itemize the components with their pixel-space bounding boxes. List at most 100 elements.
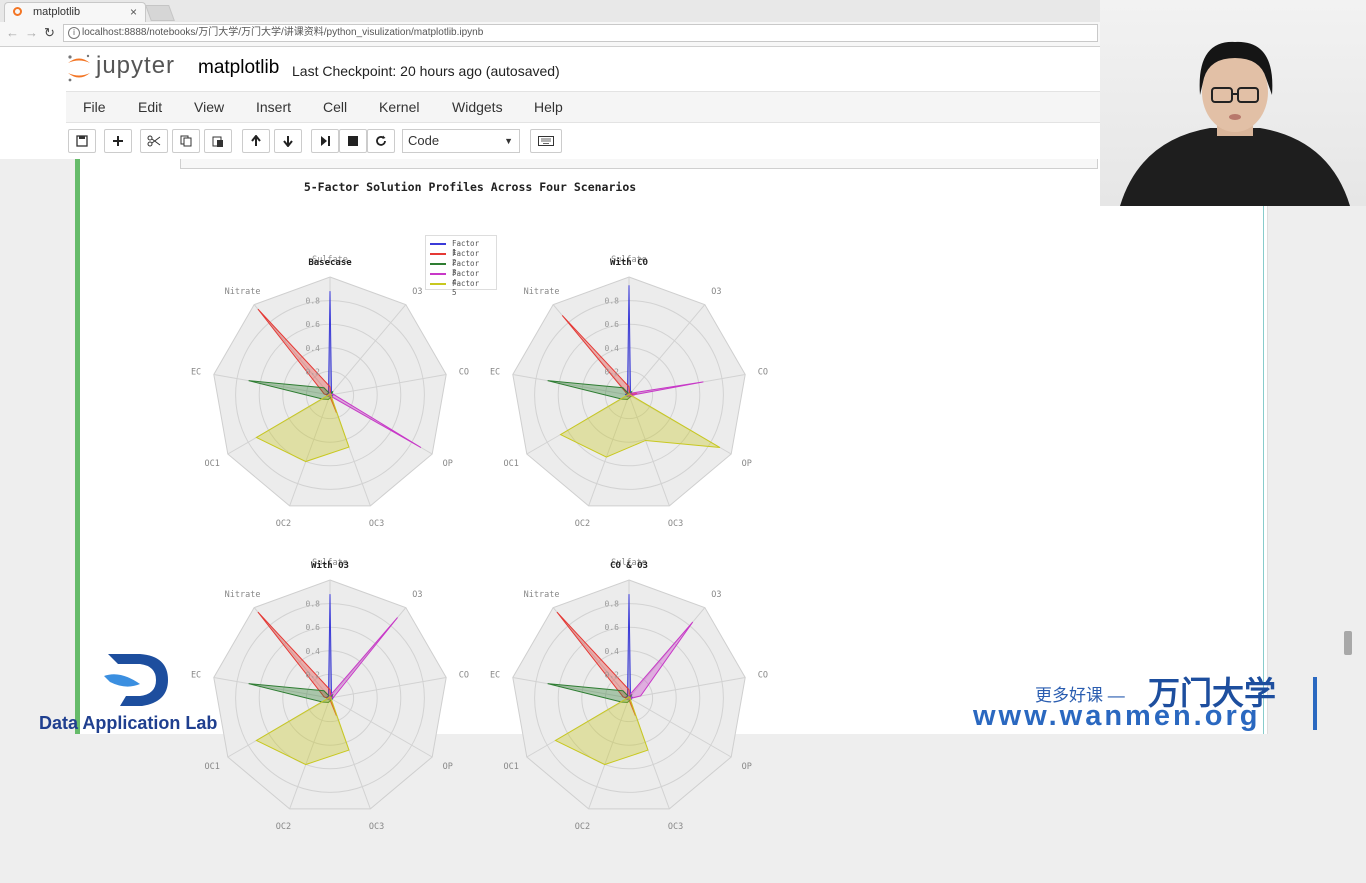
radar-spoke-label: OC2 — [575, 822, 590, 832]
menu-insert[interactable]: Insert — [256, 99, 291, 115]
move-up-button[interactable] — [242, 129, 270, 153]
address-bar-row: ← → ↻ i localhost:8888/notebooks/万门大学/万门… — [0, 22, 1100, 47]
command-palette-button[interactable] — [530, 129, 562, 153]
jupyter-logo-icon[interactable] — [66, 53, 92, 83]
output-figure: 5-Factor Solution Profiles Across Four S… — [180, 175, 780, 832]
radar-subplot-title: CO & O3 — [610, 561, 648, 571]
radar-spoke-label: O3 — [711, 590, 721, 600]
radar-spoke-label: OC3 — [668, 822, 683, 832]
move-down-button[interactable] — [274, 129, 302, 153]
radar-spoke-label: O3 — [711, 287, 721, 297]
back-arrow-icon[interactable]: ← — [6, 25, 19, 40]
plus-icon — [113, 136, 123, 146]
menu-help[interactable]: Help — [534, 99, 563, 115]
checkpoint-status: Last Checkpoint: 20 hours ago (autosaved… — [292, 63, 560, 79]
legend-swatch-factor-2 — [430, 253, 446, 255]
menu-cell[interactable]: Cell — [323, 99, 347, 115]
interrupt-kernel-button[interactable] — [339, 129, 367, 153]
menu-kernel[interactable]: Kernel — [379, 99, 419, 115]
reload-icon[interactable]: ↻ — [44, 25, 55, 41]
chevron-down-icon: ▼ — [504, 136, 513, 146]
tab-close-icon[interactable]: × — [130, 5, 137, 19]
radar-svg: 0.20.40.60.8SulfateO3COOPOC3OC2OC1ECNitr… — [191, 558, 469, 832]
menu-bar: File Edit View Insert Cell Kernel Widget… — [66, 91, 1100, 123]
radar-spoke-label: OC1 — [205, 459, 220, 469]
cell-type-value: Code — [408, 133, 440, 148]
save-button[interactable] — [68, 129, 96, 153]
radar-spoke-label: OP — [742, 762, 752, 772]
stop-icon — [348, 136, 358, 146]
radar-spoke-label: OC3 — [369, 822, 384, 832]
chart-legend: Factor 1 Factor 2 Factor 3 Factor 4 Fact… — [425, 235, 497, 297]
radar-spoke-label: OC1 — [205, 762, 220, 772]
toolbar: Code ▼ — [66, 127, 1100, 157]
radar-radial-tick-label: 0.4 — [306, 344, 321, 353]
paste-button[interactable] — [204, 129, 232, 153]
jupyter-logo-text[interactable]: jupyter — [96, 52, 175, 80]
legend-swatch-factor-5 — [430, 283, 446, 285]
radar-radial-tick-label: 0.6 — [306, 320, 321, 329]
radar-chart-3: 0.2 0.4 0.6 0.8 Sulfate O3 CO OP OC3 OC2 OC1 EC Nitr… — [180, 523, 480, 832]
forward-arrow-icon[interactable]: → — [25, 25, 38, 40]
new-tab-button[interactable] — [145, 5, 175, 21]
promo-url: www.wanmen.org — [973, 700, 1261, 732]
radar-spoke-label: OC2 — [276, 822, 291, 832]
radar-spoke-label: OC1 — [504, 459, 519, 469]
radar-spoke-label: OC1 — [504, 762, 519, 772]
restart-kernel-button[interactable] — [367, 129, 395, 153]
radar-radial-tick-label: 0.2 — [605, 670, 620, 679]
previous-code-cell[interactable] — [180, 159, 1098, 169]
radar-radial-tick-label: 0.8 — [306, 600, 321, 609]
radar-spoke-label: OP — [443, 459, 453, 469]
legend-swatch-factor-4 — [430, 273, 446, 275]
radar-spoke-label: CO — [459, 367, 469, 377]
run-cell-button[interactable] — [311, 129, 339, 153]
data-application-lab-logo-icon — [104, 654, 168, 706]
legend-swatch-factor-1 — [430, 243, 446, 245]
scissors-icon — [147, 135, 161, 147]
radar-radial-tick-label: 0.6 — [605, 320, 620, 329]
cut-button[interactable] — [140, 129, 168, 153]
radar-spoke-label: CO — [758, 367, 768, 377]
notebook-name[interactable]: matplotlib — [198, 57, 279, 79]
radar-radial-tick-label: 0.8 — [605, 297, 620, 306]
arrow-down-icon — [283, 136, 293, 147]
radar-svg: 0.20.40.60.8SulfateO3COOPOC3OC2OC1ECNitr… — [490, 558, 768, 832]
refresh-icon — [376, 135, 386, 146]
insert-cell-button[interactable] — [104, 129, 132, 153]
notebook-body: 5-Factor Solution Profiles Across Four S… — [0, 159, 1366, 832]
step-forward-icon — [321, 136, 330, 146]
site-info-icon[interactable]: i — [68, 27, 80, 39]
tab-title: matplotlib — [33, 6, 81, 18]
radar-radial-tick-label: 0.6 — [306, 623, 321, 632]
presenter-video-image — [1120, 41, 1350, 206]
arrow-up-icon — [251, 135, 261, 146]
menu-view[interactable]: View — [194, 99, 224, 115]
radar-radial-tick-label: 0.6 — [605, 623, 620, 632]
webcam-overlay — [1100, 0, 1366, 206]
radar-radial-tick-label: 0.8 — [605, 600, 620, 609]
cell-type-select[interactable]: Code ▼ — [402, 129, 520, 153]
copy-icon — [180, 135, 192, 147]
radar-radial-tick-label: 0.2 — [306, 367, 321, 376]
brand-text: Data Application Lab — [39, 713, 218, 733]
browser-tab-bar: matplotlib × — [0, 0, 1100, 23]
figure-title: 5-Factor Solution Profiles Across Four S… — [303, 180, 637, 194]
radar-spoke-label: Nitrate — [225, 590, 261, 600]
url-text: localhost:8888/notebooks/万门大学/万门大学/讲课资料/… — [82, 27, 484, 38]
selected-cell-indicator — [75, 159, 80, 734]
radar-spoke-label: O3 — [412, 590, 422, 600]
scrollbar-thumb[interactable] — [1344, 631, 1352, 655]
radar-spoke-label: Nitrate — [524, 590, 560, 600]
copy-button[interactable] — [172, 129, 200, 153]
menu-file[interactable]: File — [83, 99, 106, 115]
radar-spoke-label: Nitrate — [225, 287, 261, 297]
url-input[interactable]: i localhost:8888/notebooks/万门大学/万门大学/讲课资… — [63, 24, 1098, 42]
radar-subplot-title: With CO — [610, 257, 649, 268]
save-icon — [76, 135, 88, 147]
menu-edit[interactable]: Edit — [138, 99, 162, 115]
browser-tab[interactable]: matplotlib × — [4, 2, 146, 23]
menu-widgets[interactable]: Widgets — [452, 99, 503, 115]
radar-spoke-label: EC — [490, 367, 500, 377]
cell-border — [1263, 206, 1264, 734]
